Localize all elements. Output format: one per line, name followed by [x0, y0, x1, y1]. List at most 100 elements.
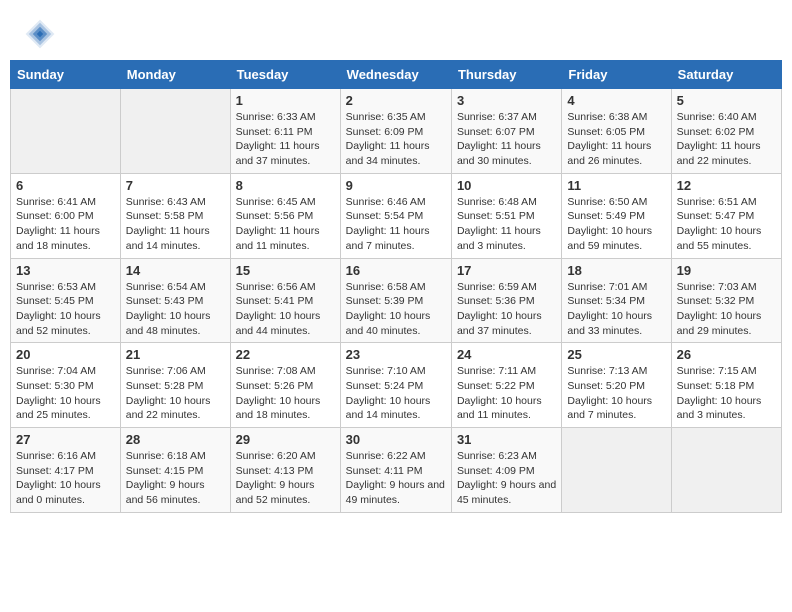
day-info: Sunrise: 6:23 AM Sunset: 4:09 PM Dayligh…: [457, 449, 556, 508]
day-number: 7: [126, 178, 225, 193]
calendar-cell: 31Sunrise: 6:23 AM Sunset: 4:09 PM Dayli…: [451, 428, 561, 513]
day-number: 28: [126, 432, 225, 447]
day-info: Sunrise: 6:56 AM Sunset: 5:41 PM Dayligh…: [236, 280, 335, 339]
day-info: Sunrise: 6:51 AM Sunset: 5:47 PM Dayligh…: [677, 195, 776, 254]
day-number: 14: [126, 263, 225, 278]
day-info: Sunrise: 6:45 AM Sunset: 5:56 PM Dayligh…: [236, 195, 335, 254]
day-number: 10: [457, 178, 556, 193]
day-info: Sunrise: 6:18 AM Sunset: 4:15 PM Dayligh…: [126, 449, 225, 508]
calendar-cell: [120, 89, 230, 174]
day-info: Sunrise: 7:03 AM Sunset: 5:32 PM Dayligh…: [677, 280, 776, 339]
weekday-header-monday: Monday: [120, 61, 230, 89]
day-info: Sunrise: 7:04 AM Sunset: 5:30 PM Dayligh…: [16, 364, 115, 423]
day-number: 13: [16, 263, 115, 278]
calendar-cell: 28 Sunrise: 6:18 AM Sunset: 4:15 PM Dayli…: [120, 428, 230, 513]
day-number: 6: [16, 178, 115, 193]
day-info: Sunrise: 7:08 AM Sunset: 5:26 PM Dayligh…: [236, 364, 335, 423]
day-info: Sunrise: 6:54 AM Sunset: 5:43 PM Dayligh…: [126, 280, 225, 339]
calendar-cell: 3Sunrise: 6:37 AM Sunset: 6:07 PM Daylig…: [451, 89, 561, 174]
day-number: 2: [346, 93, 446, 108]
day-info: Sunrise: 6:46 AM Sunset: 5:54 PM Dayligh…: [346, 195, 446, 254]
calendar-cell: 9 Sunrise: 6:46 AM Sunset: 5:54 PM Daylig…: [340, 173, 451, 258]
calendar-cell: 27 Sunrise: 6:16 AM Sunset: 4:17 PM Dayli…: [11, 428, 121, 513]
calendar-cell: 20Sunrise: 7:04 AM Sunset: 5:30 PM Dayli…: [11, 343, 121, 428]
day-info: Sunrise: 6:43 AM Sunset: 5:58 PM Dayligh…: [126, 195, 225, 254]
calendar-cell: 2 Sunrise: 6:35 AM Sunset: 6:09 PM Daylig…: [340, 89, 451, 174]
day-number: 12: [677, 178, 776, 193]
day-number: 26: [677, 347, 776, 362]
calendar-table: SundayMondayTuesdayWednesdayThursdayFrid…: [10, 60, 782, 513]
calendar-cell: 15 Sunrise: 6:56 AM Sunset: 5:41 PM Dayli…: [230, 258, 340, 343]
calendar-cell: 24 Sunrise: 7:11 AM Sunset: 5:22 PM Dayli…: [451, 343, 561, 428]
day-info: Sunrise: 6:40 AM Sunset: 6:02 PM Dayligh…: [677, 110, 776, 169]
weekday-header-tuesday: Tuesday: [230, 61, 340, 89]
day-number: 19: [677, 263, 776, 278]
day-number: 15: [236, 263, 335, 278]
calendar-cell: 5Sunrise: 6:40 AM Sunset: 6:02 PM Daylig…: [671, 89, 781, 174]
day-info: Sunrise: 7:10 AM Sunset: 5:24 PM Dayligh…: [346, 364, 446, 423]
day-number: 30: [346, 432, 446, 447]
day-number: 11: [567, 178, 665, 193]
calendar-week-row: 6 Sunrise: 6:41 AM Sunset: 6:00 PM Daylig…: [11, 173, 782, 258]
calendar-cell: 21 Sunrise: 7:06 AM Sunset: 5:28 PM Dayli…: [120, 343, 230, 428]
calendar-cell: 18Sunrise: 7:01 AM Sunset: 5:34 PM Dayli…: [562, 258, 671, 343]
day-number: 17: [457, 263, 556, 278]
day-number: 3: [457, 93, 556, 108]
weekday-header-sunday: Sunday: [11, 61, 121, 89]
calendar-cell: 19 Sunrise: 7:03 AM Sunset: 5:32 PM Dayli…: [671, 258, 781, 343]
day-number: 29: [236, 432, 335, 447]
day-number: 21: [126, 347, 225, 362]
day-info: Sunrise: 6:38 AM Sunset: 6:05 PM Dayligh…: [567, 110, 665, 169]
logo: [24, 18, 60, 50]
calendar-cell: 12 Sunrise: 6:51 AM Sunset: 5:47 PM Dayli…: [671, 173, 781, 258]
calendar-week-row: 27 Sunrise: 6:16 AM Sunset: 4:17 PM Dayli…: [11, 428, 782, 513]
calendar-cell: [11, 89, 121, 174]
day-number: 25: [567, 347, 665, 362]
calendar-cell: [671, 428, 781, 513]
calendar-cell: [562, 428, 671, 513]
day-info: Sunrise: 6:16 AM Sunset: 4:17 PM Dayligh…: [16, 449, 115, 508]
weekday-header-saturday: Saturday: [671, 61, 781, 89]
calendar-cell: 6 Sunrise: 6:41 AM Sunset: 6:00 PM Daylig…: [11, 173, 121, 258]
weekday-header-wednesday: Wednesday: [340, 61, 451, 89]
day-number: 8: [236, 178, 335, 193]
day-info: Sunrise: 7:11 AM Sunset: 5:22 PM Dayligh…: [457, 364, 556, 423]
page-header: [0, 0, 792, 60]
day-info: Sunrise: 6:50 AM Sunset: 5:49 PM Dayligh…: [567, 195, 665, 254]
calendar-cell: 25 Sunrise: 7:13 AM Sunset: 5:20 PM Dayli…: [562, 343, 671, 428]
weekday-header-friday: Friday: [562, 61, 671, 89]
day-number: 16: [346, 263, 446, 278]
calendar-cell: 16 Sunrise: 6:58 AM Sunset: 5:39 PM Dayli…: [340, 258, 451, 343]
calendar-cell: 23 Sunrise: 7:10 AM Sunset: 5:24 PM Dayli…: [340, 343, 451, 428]
calendar-cell: 26 Sunrise: 7:15 AM Sunset: 5:18 PM Dayli…: [671, 343, 781, 428]
day-number: 24: [457, 347, 556, 362]
day-info: Sunrise: 6:35 AM Sunset: 6:09 PM Dayligh…: [346, 110, 446, 169]
calendar-week-row: 1Sunrise: 6:33 AM Sunset: 6:11 PM Daylig…: [11, 89, 782, 174]
day-info: Sunrise: 7:06 AM Sunset: 5:28 PM Dayligh…: [126, 364, 225, 423]
calendar-cell: 30Sunrise: 6:22 AM Sunset: 4:11 PM Dayli…: [340, 428, 451, 513]
calendar-header: SundayMondayTuesdayWednesdayThursdayFrid…: [11, 61, 782, 89]
calendar-week-row: 20Sunrise: 7:04 AM Sunset: 5:30 PM Dayli…: [11, 343, 782, 428]
calendar-cell: 17Sunrise: 6:59 AM Sunset: 5:36 PM Dayli…: [451, 258, 561, 343]
day-number: 23: [346, 347, 446, 362]
calendar-cell: 4 Sunrise: 6:38 AM Sunset: 6:05 PM Daylig…: [562, 89, 671, 174]
day-info: Sunrise: 6:58 AM Sunset: 5:39 PM Dayligh…: [346, 280, 446, 339]
weekday-header-thursday: Thursday: [451, 61, 561, 89]
calendar-cell: 8 Sunrise: 6:45 AM Sunset: 5:56 PM Daylig…: [230, 173, 340, 258]
calendar-week-row: 13 Sunrise: 6:53 AM Sunset: 5:45 PM Dayli…: [11, 258, 782, 343]
calendar-cell: 13 Sunrise: 6:53 AM Sunset: 5:45 PM Dayli…: [11, 258, 121, 343]
day-info: Sunrise: 7:13 AM Sunset: 5:20 PM Dayligh…: [567, 364, 665, 423]
calendar-body: 1Sunrise: 6:33 AM Sunset: 6:11 PM Daylig…: [11, 89, 782, 513]
day-info: Sunrise: 7:15 AM Sunset: 5:18 PM Dayligh…: [677, 364, 776, 423]
day-info: Sunrise: 6:41 AM Sunset: 6:00 PM Dayligh…: [16, 195, 115, 254]
day-number: 9: [346, 178, 446, 193]
logo-icon: [24, 18, 56, 50]
day-info: Sunrise: 6:53 AM Sunset: 5:45 PM Dayligh…: [16, 280, 115, 339]
day-info: Sunrise: 6:20 AM Sunset: 4:13 PM Dayligh…: [236, 449, 335, 508]
day-number: 27: [16, 432, 115, 447]
weekday-header-row: SundayMondayTuesdayWednesdayThursdayFrid…: [11, 61, 782, 89]
calendar-cell: 29 Sunrise: 6:20 AM Sunset: 4:13 PM Dayli…: [230, 428, 340, 513]
day-number: 4: [567, 93, 665, 108]
day-info: Sunrise: 6:33 AM Sunset: 6:11 PM Dayligh…: [236, 110, 335, 169]
calendar-cell: 7 Sunrise: 6:43 AM Sunset: 5:58 PM Daylig…: [120, 173, 230, 258]
